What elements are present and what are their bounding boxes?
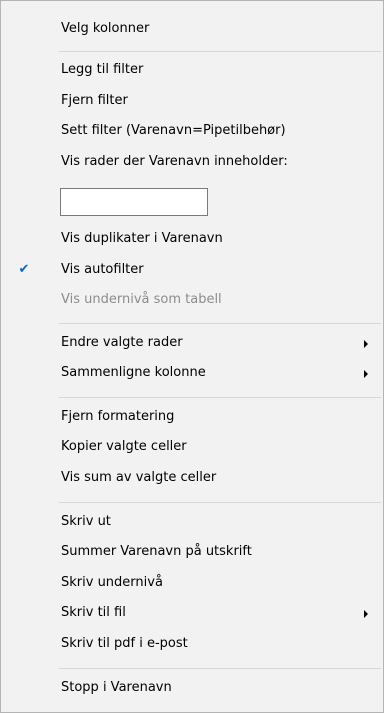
submenu-arrow-icon [364, 610, 368, 618]
menu-item-label: Vis undernivå som tabell [61, 292, 222, 307]
menu-item-skriv-undernivaa[interactable]: Skriv undernivå [1, 571, 383, 595]
checkmark-icon: ✔ [18, 262, 30, 277]
menu-separator [59, 397, 381, 398]
menu-item-stopp-i-varenavn[interactable]: Stopp i Varenavn [1, 676, 383, 700]
menu-item-label: Skriv undernivå [61, 575, 163, 590]
menu-item-sammenligne-kolonne[interactable]: Sammenligne kolonne [1, 361, 383, 385]
menu-item-label: Vis duplikater i Varenavn [61, 231, 223, 246]
menu-item-label: Vis sum av valgte celler [61, 470, 217, 485]
menu-item-vis-duplikater[interactable]: Vis duplikater i Varenavn [1, 227, 383, 251]
menu-item-vis-sum[interactable]: Vis sum av valgte celler [1, 466, 383, 490]
menu-separator [59, 51, 381, 52]
context-menu: Velg kolonner Legg til filter Fjern filt… [0, 0, 384, 713]
menu-item-sett-filter[interactable]: Sett filter (Varenavn=Pipetilbehør) [1, 119, 383, 143]
menu-item-summer-varenavn[interactable]: Summer Varenavn på utskrift [1, 540, 383, 564]
menu-item-skriv-ut[interactable]: Skriv ut [1, 510, 383, 534]
menu-separator [59, 668, 381, 669]
menu-item-label: Kopier valgte celler [61, 439, 187, 454]
submenu-arrow-icon [364, 370, 368, 378]
menu-item-label: Sett filter (Varenavn=Pipetilbehør) [61, 123, 286, 138]
menu-item-label: Endre valgte rader [61, 335, 183, 350]
menu-item-label: Vis autofilter [61, 262, 144, 277]
menu-item-label: Fjern filter [61, 93, 128, 108]
menu-item-label: Stopp i Varenavn [61, 680, 172, 695]
menu-item-vis-undernivaa-tabell: Vis undernivå som tabell [1, 288, 383, 312]
menu-item-label: Summer Varenavn på utskrift [61, 544, 252, 559]
menu-item-legg-til-filter[interactable]: Legg til filter [1, 58, 383, 82]
menu-item-skriv-til-pdf[interactable]: Skriv til pdf i e-post [1, 632, 383, 656]
submenu-arrow-icon [364, 340, 368, 348]
menu-item-label: Fjern formatering [61, 409, 175, 424]
menu-item-label: Velg kolonner [61, 21, 150, 36]
menu-item-kopier-valgte-celler[interactable]: Kopier valgte celler [1, 435, 383, 459]
menu-item-fjern-filter[interactable]: Fjern filter [1, 89, 383, 113]
filter-text-input[interactable] [60, 188, 208, 216]
menu-item-label: Skriv til pdf i e-post [61, 636, 188, 651]
menu-item-label: Legg til filter [61, 62, 144, 77]
menu-item-vis-autofilter[interactable]: ✔ Vis autofilter [1, 258, 383, 282]
menu-item-label: Skriv ut [61, 514, 111, 529]
menu-separator [59, 323, 381, 324]
menu-item-endre-valgte-rader[interactable]: Endre valgte rader [1, 331, 383, 355]
menu-item-label: Vis rader der Varenavn inneholder: [61, 154, 288, 169]
menu-item-skriv-til-fil[interactable]: Skriv til fil [1, 601, 383, 625]
menu-item-vis-rader-inneholder: Vis rader der Varenavn inneholder: [1, 150, 383, 174]
menu-item-velg-kolonner[interactable]: Velg kolonner [1, 17, 383, 41]
menu-separator [59, 502, 381, 503]
menu-item-label: Sammenligne kolonne [61, 365, 206, 380]
menu-item-fjern-formatering[interactable]: Fjern formatering [1, 405, 383, 429]
menu-item-label: Skriv til fil [61, 605, 126, 620]
